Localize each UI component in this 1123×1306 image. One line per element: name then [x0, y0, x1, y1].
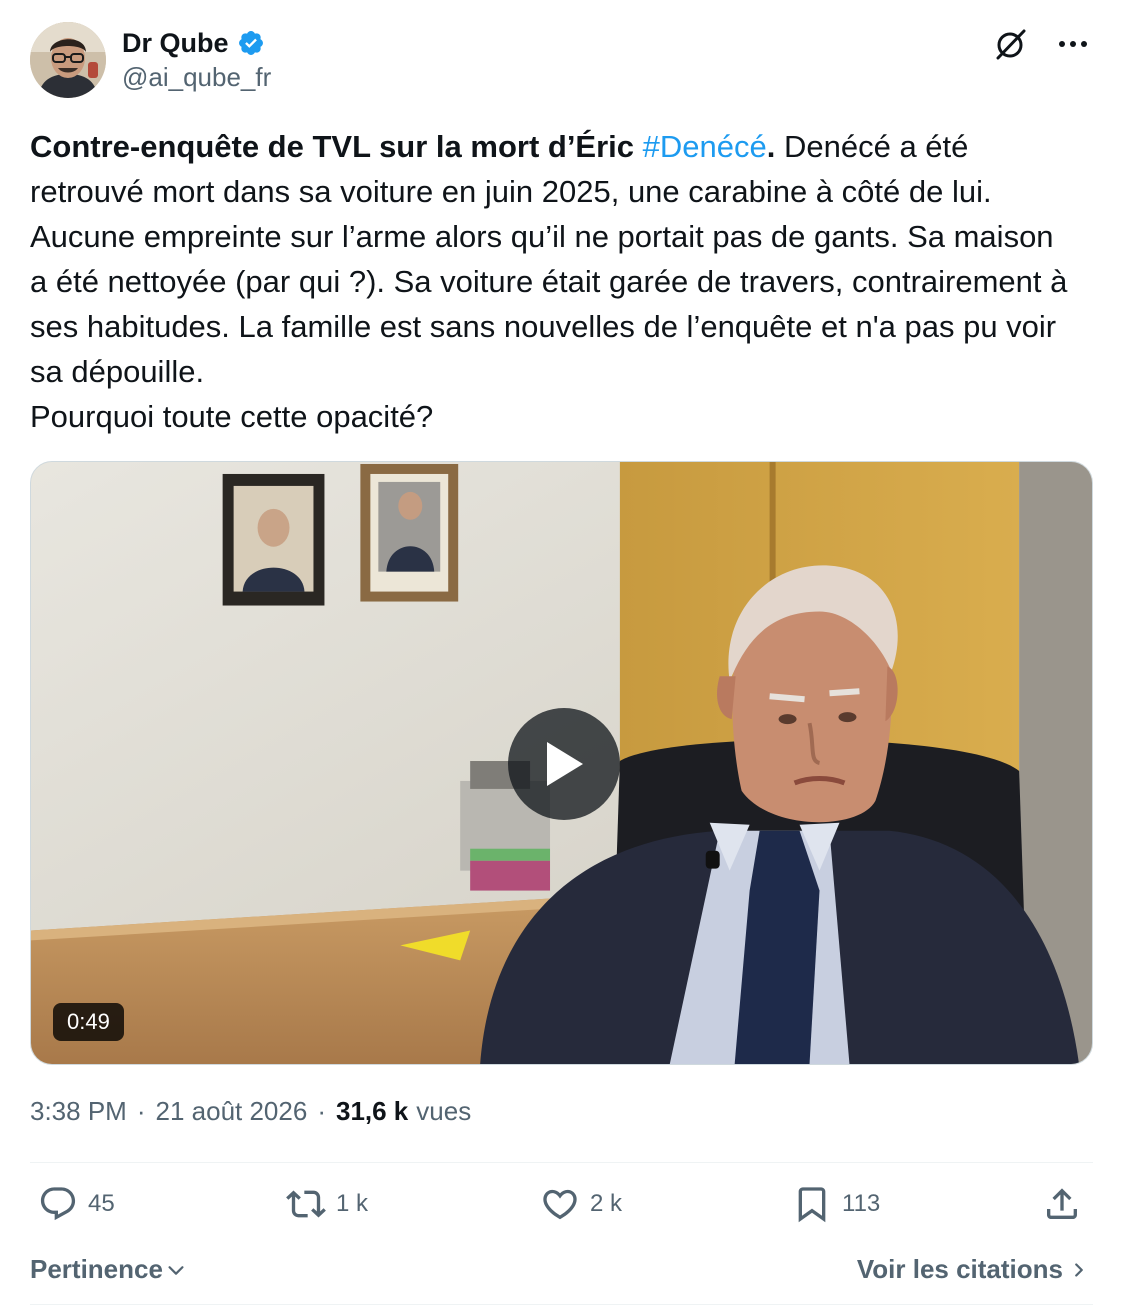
repost-button[interactable]: 1 k — [286, 1184, 368, 1224]
sort-label: Pertinence — [30, 1254, 163, 1284]
post-text: Contre-enquête de TVL sur la mort d’Éric… — [30, 124, 1070, 439]
grok-icon[interactable] — [991, 24, 1031, 64]
author-handle[interactable]: @ai_qube_fr — [122, 62, 271, 93]
post-header: Dr Qube @ai_qube_fr — [30, 22, 1093, 102]
like-button[interactable]: 2 k — [540, 1184, 622, 1224]
chevron-right-icon — [1075, 1262, 1083, 1277]
divider — [30, 1304, 1093, 1305]
bookmark-button[interactable]: 113 — [792, 1184, 880, 1224]
views-count[interactable]: 31,6 k — [336, 1096, 408, 1127]
post-meta: 3:38 PM · 21 août 2026 · 31,6 k vues — [30, 1096, 471, 1127]
like-count: 2 k — [590, 1190, 623, 1217]
action-bar: 45 1 k 2 k 113 — [30, 1178, 1093, 1238]
avatar-image — [30, 22, 106, 98]
meta-separator: · — [317, 1096, 326, 1126]
avatar[interactable] — [30, 22, 106, 98]
post-bold-text: Contre-enquête de TVL sur la mort d’Éric — [30, 129, 643, 164]
author-name[interactable]: Dr Qube — [122, 28, 229, 59]
video-duration: 0:49 — [53, 1003, 124, 1041]
share-icon — [1047, 1188, 1077, 1219]
views-label: vues — [416, 1096, 472, 1126]
meta-separator: · — [136, 1096, 146, 1126]
play-button[interactable] — [508, 708, 620, 820]
post-date[interactable]: 21 août 2026 — [156, 1096, 308, 1127]
reply-icon — [40, 1187, 76, 1221]
divider — [30, 1162, 1093, 1163]
view-quotes-link[interactable]: Voir les citations — [857, 1254, 1087, 1285]
post-last-line: Pourquoi toute cette opacité? — [30, 399, 434, 434]
bookmark-count: 113 — [842, 1190, 881, 1217]
post-time[interactable]: 3:38 PM — [30, 1096, 127, 1127]
post-body-text: Denécé a été retrouvé mort dans sa voitu… — [30, 129, 1068, 389]
chevron-down-icon — [168, 1265, 184, 1275]
sort-dropdown[interactable]: Pertinence — [30, 1254, 187, 1285]
verified-badge-icon[interactable] — [237, 29, 265, 57]
like-icon — [543, 1189, 577, 1220]
bookmark-icon — [798, 1187, 826, 1223]
quotes-label: Voir les citations — [856, 1254, 1063, 1284]
more-icon[interactable] — [1053, 24, 1093, 64]
reply-count: 45 — [88, 1190, 115, 1217]
repost-icon — [286, 1190, 326, 1218]
share-button[interactable] — [1042, 1184, 1082, 1224]
hashtag-link[interactable]: #Denécé — [643, 129, 767, 164]
reply-button[interactable]: 45 — [38, 1184, 115, 1224]
play-icon — [547, 742, 583, 786]
repost-count: 1 k — [336, 1190, 369, 1217]
video-player[interactable]: 0:49 — [30, 461, 1093, 1065]
replies-footer: Pertinence Voir les citations — [30, 1248, 1093, 1292]
